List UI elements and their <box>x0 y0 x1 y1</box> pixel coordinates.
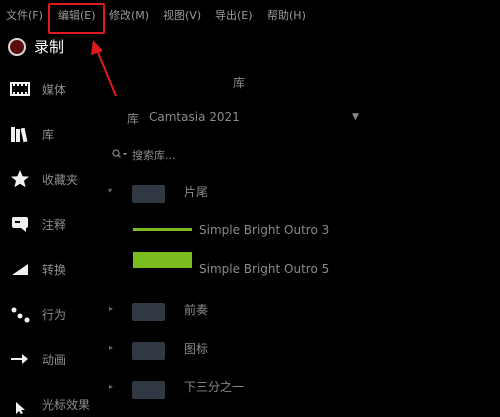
list-item-label: 片尾 <box>184 185 209 199</box>
sidebar-item-transitions[interactable]: 转换 <box>10 257 66 281</box>
list-item-label: 下三分之一 <box>184 380 245 394</box>
sidebar-item-label: 转换 <box>42 262 67 277</box>
folder-thumbnail <box>132 342 165 360</box>
sidebar-item-annotations[interactable]: 注释 <box>10 212 66 236</box>
list-item-label: Simple Bright Outro 3 <box>199 223 330 237</box>
sidebar-item-label: 库 <box>42 127 55 142</box>
star-icon <box>10 169 30 189</box>
cursor-icon <box>10 394 30 414</box>
sidebar-item-cursor-effects[interactable]: 光标效果 <box>10 392 90 416</box>
search-input[interactable]: 搜索库... <box>112 147 176 163</box>
chevron-down-icon[interactable]: ▼ <box>352 112 359 122</box>
library-books-icon <box>10 124 30 144</box>
chevron-down-icon[interactable]: ▾ <box>108 186 112 195</box>
menu-help[interactable]: 帮助(H) <box>267 7 306 23</box>
sidebar-item-media[interactable]: 媒体 <box>10 77 66 101</box>
list-item-label: Simple Bright Outro 5 <box>199 262 330 276</box>
asset-thumbnail <box>133 228 192 231</box>
sidebar-item-label: 行为 <box>42 307 67 322</box>
sidebar-item-label: 收藏夹 <box>42 172 79 187</box>
arrow-animation-icon <box>10 349 30 369</box>
list-item-label: 前奏 <box>184 303 209 317</box>
sidebar-item-label: 注释 <box>42 217 67 232</box>
sidebar-item-label: 动画 <box>42 352 67 367</box>
library-select-label: 库 <box>127 112 140 126</box>
folder-thumbnail <box>132 381 165 399</box>
search-placeholder: 搜索库... <box>132 149 176 162</box>
list-item-label: 图标 <box>184 342 209 356</box>
speech-bubble-icon <box>10 214 30 234</box>
sidebar-item-label: 光标效果 <box>42 397 91 412</box>
folder-thumbnail <box>132 185 165 203</box>
library-select-value[interactable]: Camtasia 2021 <box>149 110 240 124</box>
menu-export[interactable]: 导出(E) <box>215 7 253 23</box>
sidebar-item-behaviors[interactable]: 行为 <box>10 302 66 326</box>
menu-modify[interactable]: 修改(M) <box>109 7 149 23</box>
sidebar-item-label: 媒体 <box>42 82 67 97</box>
menu-view[interactable]: 视图(V) <box>163 7 201 23</box>
film-strip-icon <box>10 79 30 99</box>
transition-ramp-icon <box>10 259 30 279</box>
sidebar-item-animations[interactable]: 动画 <box>10 347 66 371</box>
asset-thumbnail <box>133 252 192 268</box>
search-icon[interactable] <box>112 148 128 162</box>
sidebar-item-library[interactable]: 库 <box>10 122 54 146</box>
sidebar-item-favorites[interactable]: 收藏夹 <box>10 167 78 191</box>
folder-thumbnail <box>132 303 165 321</box>
chevron-right-icon[interactable]: ▸ <box>109 343 113 352</box>
dots-behavior-icon <box>10 304 30 324</box>
chevron-right-icon[interactable]: ▸ <box>109 304 113 313</box>
sidebar-nav: 媒体 库 收藏夹 注释 转换 行为 动画 光标效果 <box>0 0 110 417</box>
library-title: 库 <box>233 76 246 90</box>
chevron-right-icon[interactable]: ▸ <box>109 382 113 391</box>
